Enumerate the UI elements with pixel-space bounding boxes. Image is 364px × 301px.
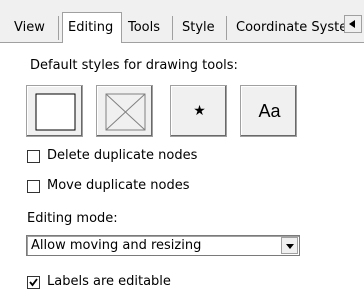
tab-view-label: View: [14, 20, 45, 35]
chevron-down-icon[interactable]: [281, 237, 298, 254]
tab-scroll-left-button[interactable]: [344, 15, 362, 33]
rectangle-tool-button[interactable]: [26, 85, 83, 137]
text-tool-button[interactable]: Aa: [240, 85, 297, 137]
ellipse-tool-button[interactable]: [96, 85, 153, 137]
tab-editing-label: Editing: [68, 20, 114, 35]
square-icon: [35, 93, 76, 131]
labels-editable-checkbox[interactable]: [27, 276, 40, 289]
checkmark-icon: [29, 278, 38, 287]
tab-strip: View Editing Tools Style Coordinate Syst…: [0, 0, 364, 44]
editing-mode-label: Editing mode:: [27, 211, 118, 226]
settings-window: View Editing Tools Style Coordinate Syst…: [0, 0, 364, 301]
editing-mode-select[interactable]: Allow moving and resizing: [26, 235, 300, 256]
star-icon: ★: [193, 103, 206, 119]
delete-duplicate-nodes-label: Delete duplicate nodes: [47, 148, 198, 163]
tab-tools[interactable]: Tools: [124, 16, 173, 40]
editing-panel: [0, 43, 364, 301]
tab-coordinate-system[interactable]: Coordinate Syster: [232, 16, 344, 40]
tab-tools-label: Tools: [128, 20, 161, 35]
tab-view[interactable]: View: [0, 16, 59, 40]
tab-editing[interactable]: Editing: [62, 12, 122, 43]
move-duplicate-nodes-checkbox[interactable]: [27, 180, 40, 193]
text-icon: Aa: [258, 101, 281, 121]
editing-mode-value: Allow moving and resizing: [31, 238, 202, 253]
default-styles-label: Default styles for drawing tools:: [30, 58, 238, 73]
tab-style-label: Style: [182, 20, 215, 35]
tab-coordinate-system-label: Coordinate Syster: [236, 20, 344, 35]
move-duplicate-nodes-label: Move duplicate nodes: [47, 178, 190, 193]
point-tool-button[interactable]: ★: [170, 85, 227, 137]
x-cross-icon: [105, 93, 146, 131]
labels-editable-label: Labels are editable: [47, 274, 171, 289]
delete-duplicate-nodes-checkbox[interactable]: [27, 150, 40, 163]
tab-style[interactable]: Style: [176, 16, 227, 40]
